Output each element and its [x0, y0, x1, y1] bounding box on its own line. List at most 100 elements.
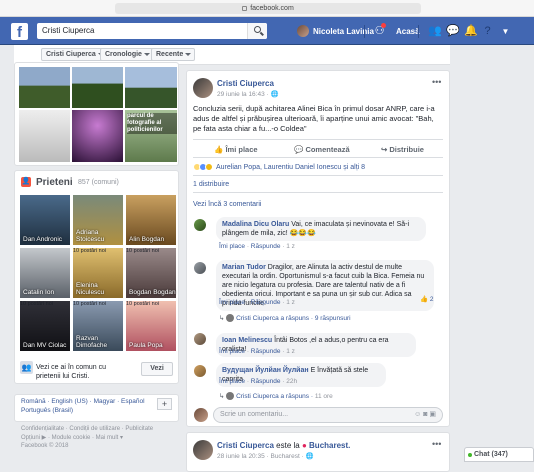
- see-mutual-button[interactable]: Vezi: [141, 362, 173, 376]
- like-reaction-icon: 👍: [420, 296, 429, 303]
- reply-arrow-icon: ↳: [219, 315, 227, 322]
- photo-thumbnail[interactable]: [72, 110, 123, 162]
- divider: [193, 157, 443, 158]
- comment-reply-link[interactable]: Răspunde: [251, 378, 281, 385]
- mutual-prompt: Vezi ce ai în comun cu prietenii lui Cri…: [36, 364, 107, 380]
- comment-like-link[interactable]: Îmi place: [219, 243, 245, 250]
- friends-count: 857 (comuni): [78, 179, 119, 186]
- friend-tile[interactable]: Elenina Niculescu 10 postări noi: [73, 248, 123, 298]
- photo-thumbnail[interactable]: parcul de fotografie al politicienilor: [125, 110, 177, 162]
- people-icon: 👥: [20, 361, 33, 374]
- comment-icon: 💬: [294, 145, 306, 154]
- avatar[interactable]: [194, 262, 206, 274]
- notifications-icon[interactable]: 🔔: [464, 26, 478, 37]
- messenger-icon[interactable]: 💬: [446, 26, 460, 37]
- comment-reply-link[interactable]: Răspunde: [251, 348, 281, 355]
- friend-name: Dan Andronic: [23, 236, 63, 243]
- comment-like-link[interactable]: Îmi place: [219, 348, 245, 355]
- like-button[interactable]: 👍 Îmi place: [214, 145, 258, 154]
- replies-link[interactable]: ↳ Cristi Ciuperca a răspuns · 11 ore: [219, 392, 333, 400]
- recent-dropdown[interactable]: Recente: [151, 48, 196, 61]
- comment-author[interactable]: Madalina Dicu Olaru: [222, 221, 289, 228]
- comment-input-placeholder: Scrie un comentariu...: [220, 411, 289, 418]
- post-date[interactable]: 28 iunie la 20:35 · Bucharest · 🌐: [217, 452, 314, 460]
- friend-new-posts: 10 postări noi: [126, 301, 160, 307]
- chat-label: Chat (347): [474, 451, 508, 458]
- settings-dropdown-icon[interactable]: ▼: [500, 26, 511, 37]
- home-link[interactable]: Acasă: [396, 27, 420, 36]
- profile-link[interactable]: Nicoleta Lavinia: [297, 25, 374, 37]
- avatar[interactable]: [194, 333, 206, 345]
- friend-tile[interactable]: Dan MV Ciolac 10 postări noi: [20, 301, 70, 351]
- friend-tile[interactable]: Dan Andronic: [20, 195, 70, 245]
- address-text: facebook.com: [250, 5, 294, 12]
- address-bar[interactable]: facebook.com: [115, 3, 421, 14]
- footer-links[interactable]: Confidențialitate · Condiții de utilizar…: [21, 426, 153, 432]
- post-options-icon[interactable]: •••: [432, 77, 441, 87]
- friend-tile[interactable]: Paula Popa 10 postări noi: [126, 301, 176, 351]
- online-dot-icon: [468, 453, 472, 457]
- photo-thumbnail[interactable]: [19, 110, 70, 162]
- divider: [193, 175, 443, 176]
- search-input[interactable]: Cristi Ciuperca: [37, 23, 267, 39]
- post-options-icon[interactable]: •••: [432, 439, 441, 449]
- comment-reply-link[interactable]: Răspunde: [251, 299, 281, 306]
- add-language-button[interactable]: +: [157, 398, 172, 410]
- comment-author[interactable]: Marian Tudor: [222, 264, 266, 271]
- share-button[interactable]: ↪ Distribuie: [381, 145, 424, 154]
- friend-tile[interactable]: Razvan Dimofache 10 postări noi: [73, 301, 123, 351]
- comment-like-link[interactable]: Îmi place: [219, 378, 245, 385]
- profile-name-dropdown[interactable]: Cristi Ciuperca: [41, 48, 108, 61]
- replies-link[interactable]: ↳ Cristi Ciuperca a răspuns · 9 răspunsu…: [219, 314, 351, 322]
- comment-author[interactable]: Ioan Melinescu: [222, 337, 272, 344]
- photo-thumbnail[interactable]: [19, 67, 70, 108]
- post-author[interactable]: Cristi Ciuperca: [217, 79, 274, 88]
- post-location[interactable]: Bucharest.: [309, 441, 350, 450]
- reply-time: 11 ore: [314, 393, 333, 400]
- avatar[interactable]: [194, 219, 206, 231]
- avatar[interactable]: [194, 365, 206, 377]
- author-avatar[interactable]: [193, 78, 213, 98]
- comment-input[interactable]: Scrie un comentariu... ☺ ◙ ▣: [213, 407, 443, 423]
- avatar: [297, 25, 309, 37]
- comment-like-link[interactable]: Îmi place: [219, 299, 245, 306]
- photo-thumbnail[interactable]: [125, 67, 177, 108]
- friend-tile[interactable]: Catalin Ion: [20, 248, 70, 298]
- search-button[interactable]: [247, 23, 267, 39]
- search-value: Cristi Ciuperca: [42, 26, 95, 35]
- timeline-dropdown[interactable]: Cronologie: [100, 48, 154, 61]
- view-more-comments[interactable]: Vezi încă 3 comentarii: [193, 201, 261, 208]
- post-date[interactable]: 29 iunie la 16:43 · 🌐: [217, 90, 279, 98]
- reactions-summary[interactable]: Aurelian Popa, Laurentiu Daniel Ionescu …: [216, 164, 365, 171]
- friend-tile[interactable]: Bogdan Bogdan 10 postări noi: [126, 248, 176, 298]
- footer-links-more[interactable]: Opțiuni ▶ · Module cookie · Mai mult ▾: [21, 434, 123, 441]
- friend-new-posts: 10 postări noi: [73, 248, 107, 254]
- comment-author[interactable]: Вудущан Йулйан Йулйан: [222, 367, 309, 374]
- friend-requests-icon[interactable]: 👥: [428, 26, 442, 37]
- lock-icon: [242, 6, 248, 11]
- language-list[interactable]: Română · English (US) · Magyar · Español: [21, 398, 145, 405]
- author-avatar[interactable]: [193, 440, 213, 460]
- help-icon[interactable]: ?: [482, 26, 493, 37]
- shares-count[interactable]: 1 distribuire: [193, 181, 229, 188]
- like-label: Îmi place: [225, 145, 258, 154]
- comment-time: 1 z: [286, 243, 295, 250]
- friend-tile[interactable]: Adriana Stoicescu: [73, 195, 123, 245]
- language-list-more[interactable]: Português (Brasil): [21, 407, 73, 414]
- comment-actions: Îmi place · Răspunde · 1 z: [219, 243, 295, 250]
- comment-button[interactable]: 💬 Comentează: [294, 145, 350, 154]
- post-author[interactable]: Cristi Ciuperca: [217, 441, 274, 450]
- photo-thumbnail[interactable]: [72, 67, 123, 108]
- comment-reply-link[interactable]: Răspunde: [251, 243, 281, 250]
- friends-title[interactable]: Prieteni: [36, 177, 73, 188]
- emoji-camera-icons[interactable]: ☺ ◙ ▣: [414, 408, 436, 422]
- friend-new-posts: 10 postări noi: [126, 248, 160, 254]
- chat-button[interactable]: Chat (347): [464, 447, 534, 462]
- divider: [418, 25, 419, 38]
- photo-caption: parcul de fotografie al politicienilor: [127, 113, 177, 134]
- friend-tile[interactable]: Alin Bogdan: [126, 195, 176, 245]
- facebook-logo-icon[interactable]: f: [11, 23, 28, 41]
- friend-name: Dan MV Ciolac: [23, 342, 67, 349]
- reply-count[interactable]: 9 răspunsuri: [315, 315, 351, 322]
- divider: [193, 192, 443, 193]
